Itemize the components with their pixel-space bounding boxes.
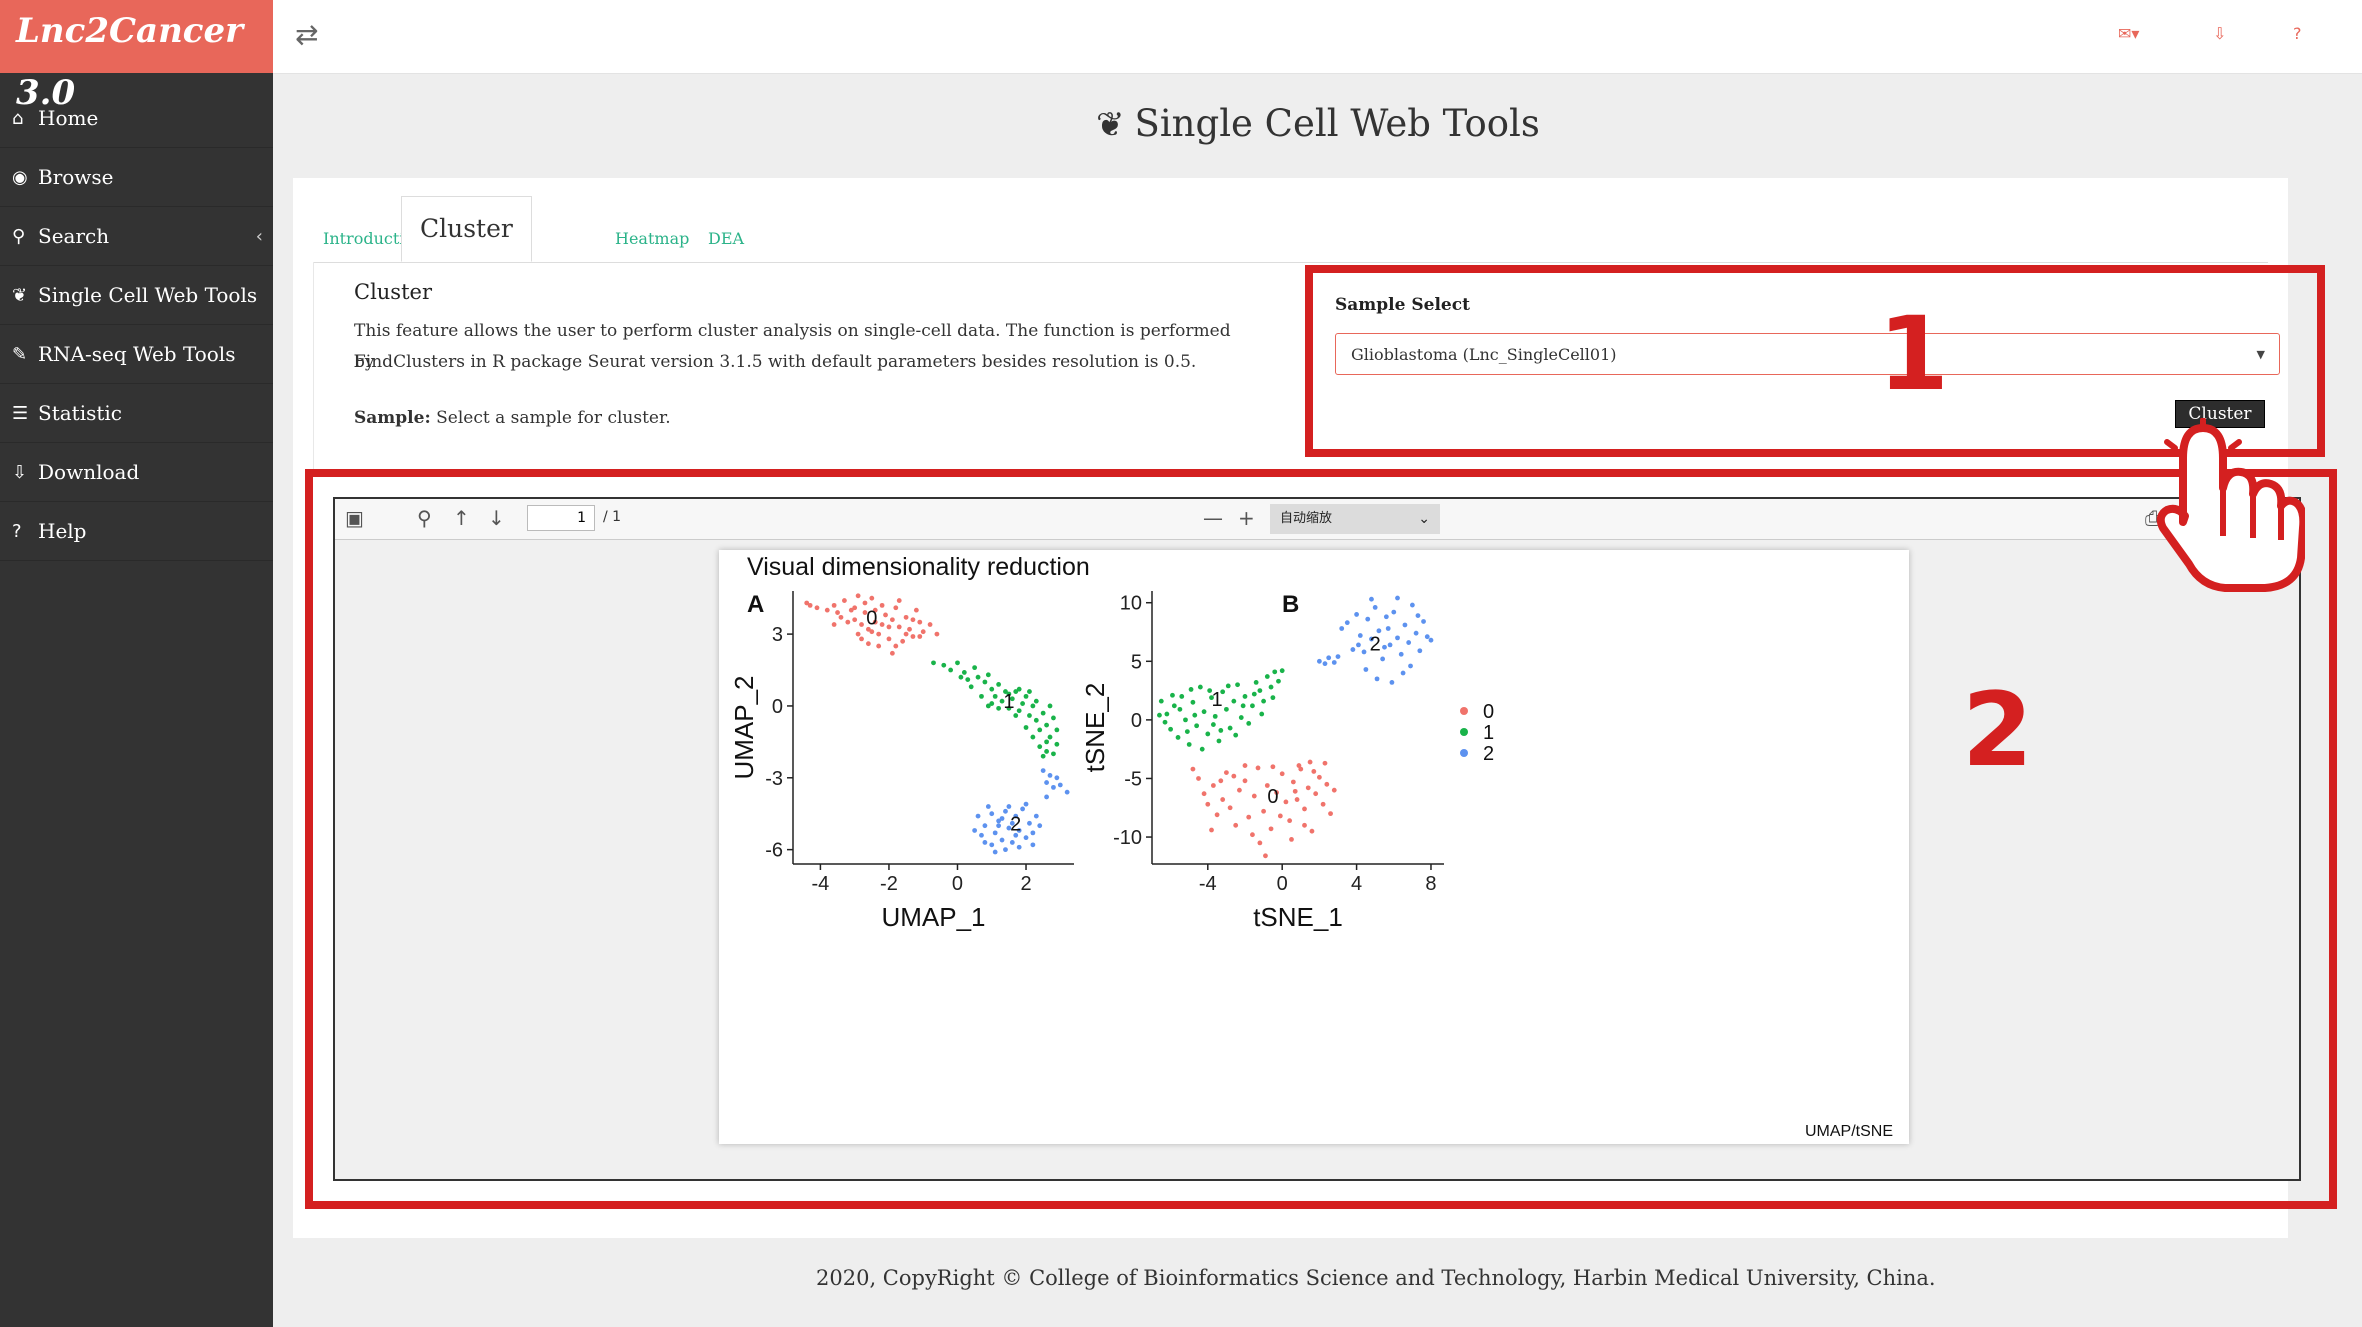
sidebar-item-label: Download	[38, 460, 140, 484]
sample-instruction: Sample: Select a sample for cluster.	[354, 403, 1254, 434]
sidebar-item-rnaseq[interactable]: ✎ RNA-seq Web Tools	[0, 325, 273, 384]
sample-instruction-text: Select a sample for cluster.	[430, 408, 671, 428]
annotation-label-1: 1	[1878, 295, 1949, 414]
sidebar-nav: ⌂ Home ◉ Browse ⚲ Search ‹ ❦ Single Cell…	[0, 89, 273, 561]
mail-icon[interactable]: ✉▾	[2118, 24, 2139, 43]
leaf-icon: ❦	[12, 284, 28, 306]
annotation-box-2	[305, 469, 2337, 1209]
sidebar-item-label: RNA-seq Web Tools	[38, 342, 236, 366]
sidebar-item-label: Help	[38, 519, 87, 543]
sidebar-item-home[interactable]: ⌂ Home	[0, 89, 273, 148]
download-icon: ⇩	[12, 461, 28, 483]
footer-copyright: 2020, CopyRight © College of Bioinformat…	[816, 1266, 1936, 1290]
eye-icon: ◉	[12, 166, 28, 188]
download-icon[interactable]: ⇩	[2213, 24, 2226, 43]
help-icon[interactable]: ?	[2293, 24, 2302, 43]
sidebar-item-search[interactable]: ⚲ Search ‹	[0, 207, 273, 266]
annotation-label-2: 2	[1962, 671, 2033, 790]
sidebar-item-single-cell[interactable]: ❦ Single Cell Web Tools	[0, 266, 273, 325]
tab-bar: Introduction Cluster Heatmap DEA	[313, 196, 2268, 263]
page-title: ❦ Single Cell Web Tools	[1096, 102, 1540, 145]
tab-cluster[interactable]: Cluster	[401, 196, 532, 262]
search-icon: ⚲	[12, 225, 26, 247]
help-icon: ?	[12, 520, 22, 542]
sidebar-item-label: Home	[38, 106, 99, 130]
sidebar-item-label: Statistic	[38, 401, 122, 425]
cluster-description: Cluster This feature allows the user to …	[313, 262, 1269, 472]
top-bar: ⇄ ✉▾ ⇩ ?	[273, 0, 2362, 74]
hand-pointer-icon	[2156, 418, 2305, 592]
pencil-icon: ✎	[12, 343, 28, 365]
page-title-text: Single Cell Web Tools	[1134, 102, 1540, 145]
home-icon: ⌂	[12, 107, 24, 129]
sidebar-item-label: Browse	[38, 165, 114, 189]
sidebar-toggle-icon[interactable]: ⇄	[295, 18, 318, 51]
section-title: Cluster	[354, 280, 432, 304]
sidebar-item-help[interactable]: ? Help	[0, 502, 273, 561]
sidebar-item-statistic[interactable]: ☰ Statistic	[0, 384, 273, 443]
sidebar-item-browse[interactable]: ◉ Browse	[0, 148, 273, 207]
chevron-left-icon[interactable]: ‹	[256, 226, 263, 247]
sample-label: Sample:	[354, 408, 431, 428]
description-line: FindClusters in R package Seurat version…	[354, 352, 1197, 372]
sidebar: Lnc2Cancer 3.0 ⌂ Home ◉ Browse ⚲ Search …	[0, 0, 273, 1327]
leaf-icon: ❦	[1096, 105, 1125, 145]
sidebar-item-label: Single Cell Web Tools	[38, 283, 258, 307]
app-logo[interactable]: Lnc2Cancer 3.0	[0, 0, 273, 113]
list-icon: ☰	[12, 402, 29, 424]
sidebar-item-label: Search	[38, 224, 110, 248]
sidebar-item-download[interactable]: ⇩ Download	[0, 443, 273, 502]
